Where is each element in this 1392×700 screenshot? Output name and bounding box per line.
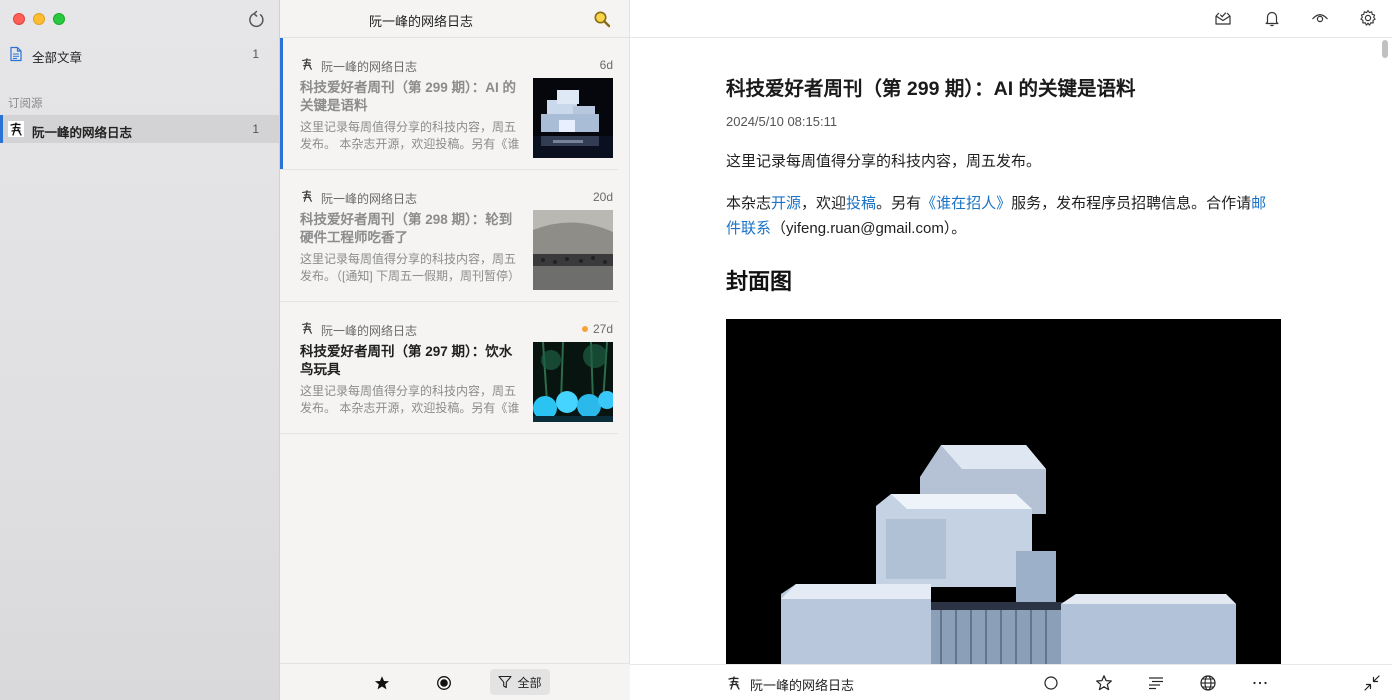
zoom-window-button[interactable]: [53, 13, 65, 25]
mark-unread-button[interactable]: [1041, 673, 1061, 693]
view-eye-icon[interactable]: [1310, 8, 1330, 28]
sidebar-item-label: 全部文章: [32, 51, 83, 65]
article-source: 阮一峰的网络日志: [321, 60, 418, 74]
who-is-hiring-link[interactable]: 《谁在招人》: [921, 195, 1011, 212]
article-age-text: 6d: [599, 58, 613, 72]
more-options-button[interactable]: [1250, 673, 1270, 693]
ellipsis-icon: [1253, 681, 1267, 685]
article-snippet: 这里记录每周值得分享的科技内容，周五发布。 本杂志开源，欢迎投稿。另有《谁在招人…: [300, 384, 520, 415]
star-icon: [374, 676, 390, 690]
calligraphy-feed-icon: [8, 121, 24, 137]
text-segment: 服务，发布程序员招聘信息。合作请: [1011, 195, 1252, 212]
star-outline-icon: [1096, 675, 1112, 691]
article-reader: 科技爱好者周刊（第 299 期）：AI 的关键是语料 2024/5/10 08:…: [630, 0, 1392, 700]
article-snippet: 这里记录每周值得分享的科技内容，周五发布。（[通知] 下周五一假期，周刊暂停）: [300, 252, 521, 283]
info-paragraph: 本杂志开源，欢迎投稿。另有《谁在招人》服务，发布程序员招聘信息。合作请邮件联系（…: [726, 191, 1281, 241]
article-date: 2024/5/10 08:15:11: [726, 114, 838, 129]
submit-link[interactable]: 投稿: [846, 195, 876, 212]
close-window-button[interactable]: [13, 13, 25, 25]
text-segment: 本杂志: [726, 195, 772, 212]
article-card[interactable]: 阮一峰的网络日志 20d 科技爱好者周刊（第 298 期）：轮到硬件工程师吃香了…: [280, 170, 618, 302]
vertical-scrollbar[interactable]: [1380, 38, 1390, 664]
text-segment: 。另有: [876, 195, 922, 212]
filter-icon: [498, 675, 513, 689]
subscriptions-section-label: 订阅源: [8, 98, 43, 110]
calligraphy-feed-icon: [302, 190, 312, 202]
article-title: 科技爱好者周刊（第 297 期）：饮水鸟玩具: [300, 344, 513, 377]
unread-dot: [581, 326, 588, 332]
article-card[interactable]: 阮一峰的网络日志 6d 科技爱好者周刊（第 299 期）：AI 的关键是语料 这…: [280, 38, 618, 170]
list-footer: 全部: [280, 663, 630, 700]
unread-circle-icon: [437, 676, 451, 690]
search-icon[interactable]: [593, 10, 611, 28]
intro-paragraph: 这里记录每周值得分享的科技内容，周五发布。: [726, 153, 1042, 170]
article-snippet: 这里记录每周值得分享的科技内容，周五发布。 本杂志开源，欢迎投稿。另有《谁在招人…: [300, 120, 520, 151]
article-age-text: 20d: [592, 190, 613, 204]
sidebar-item-label: 阮一峰的网络日志: [32, 126, 133, 140]
open-source-link[interactable]: 开源: [771, 195, 801, 212]
list-header: 阮一峰的网络日志: [280, 0, 630, 38]
circle-outline-icon: [1044, 676, 1058, 690]
window-controls: [13, 13, 65, 25]
unread-filter-button[interactable]: [434, 673, 454, 693]
footer-source-name: 阮一峰的网络日志: [750, 678, 855, 693]
article-list-pane: 阮一峰的网络日志 阮一峰的网络日志 6d 科技爱好者周刊（第 299 期）：AI…: [280, 0, 630, 700]
starred-filter-button[interactable]: [372, 673, 392, 693]
star-article-button[interactable]: [1094, 673, 1114, 693]
cover-heading: 封面图: [726, 269, 793, 294]
article-title: 科技爱好者周刊（第 298 期）：轮到硬件工程师吃香了: [300, 212, 513, 245]
article-title: 科技爱好者周刊（第 299 期）：AI 的关键是语料: [300, 80, 517, 113]
full-content-button[interactable]: [1146, 673, 1166, 693]
article-age: 6d: [600, 58, 613, 72]
exit-fullscreen-button[interactable]: [1362, 673, 1382, 693]
filter-label: 全部: [517, 675, 542, 690]
minimize-window-button[interactable]: [33, 13, 45, 25]
all-filter-button[interactable]: 全部: [490, 669, 550, 695]
article-age: 27d: [581, 322, 613, 336]
article-thumbnail: [533, 78, 613, 158]
open-in-browser-button[interactable]: [1198, 673, 1218, 693]
mark-all-read-icon[interactable]: [1213, 8, 1233, 28]
article-thumbnail: [533, 342, 613, 422]
sidebar: 全部文章 1 订阅源 阮一峰的网络日志 1: [0, 0, 280, 700]
document-icon: [10, 46, 22, 62]
text-lines-icon: [1149, 677, 1163, 690]
article-card[interactable]: 阮一峰的网络日志 27d 科技爱好者周刊（第 297 期）：饮水鸟玩具 这里记录…: [280, 302, 618, 434]
cover-image: [726, 319, 1281, 664]
list-title: 阮一峰的网络日志: [368, 14, 473, 29]
unread-count: 1: [252, 47, 259, 61]
calligraphy-feed-icon: [302, 58, 312, 70]
article-source: 阮一峰的网络日志: [321, 192, 418, 206]
text-segment: （yifeng.ruan@gmail.com）。: [771, 220, 967, 237]
globe-icon: [1200, 675, 1216, 691]
article-thumbnail: [533, 210, 613, 290]
scrollbar-thumb[interactable]: [1382, 40, 1388, 58]
article-source: 阮一峰的网络日志: [321, 324, 418, 338]
article-heading: 科技爱好者周刊（第 299 期）：AI 的关键是语料: [726, 78, 1136, 100]
sidebar-item-feed[interactable]: 阮一峰的网络日志 1: [0, 115, 279, 143]
refresh-icon[interactable]: [246, 10, 266, 30]
text-segment: ，欢迎: [801, 195, 847, 212]
calligraphy-feed-icon: [302, 322, 312, 334]
reader-toolbar: [630, 0, 1392, 38]
settings-gear-icon[interactable]: [1358, 8, 1378, 28]
notification-bell-icon[interactable]: [1262, 8, 1282, 28]
unread-count: 1: [252, 122, 259, 136]
article-age-text: 27d: [592, 322, 613, 336]
sidebar-item-all-articles[interactable]: 全部文章 1: [0, 40, 279, 68]
article-age: 20d: [593, 190, 613, 204]
calligraphy-feed-icon: [728, 676, 740, 690]
reader-footer: 阮一峰的网络日志: [630, 664, 1392, 700]
collapse-arrows-icon: [1364, 675, 1380, 691]
